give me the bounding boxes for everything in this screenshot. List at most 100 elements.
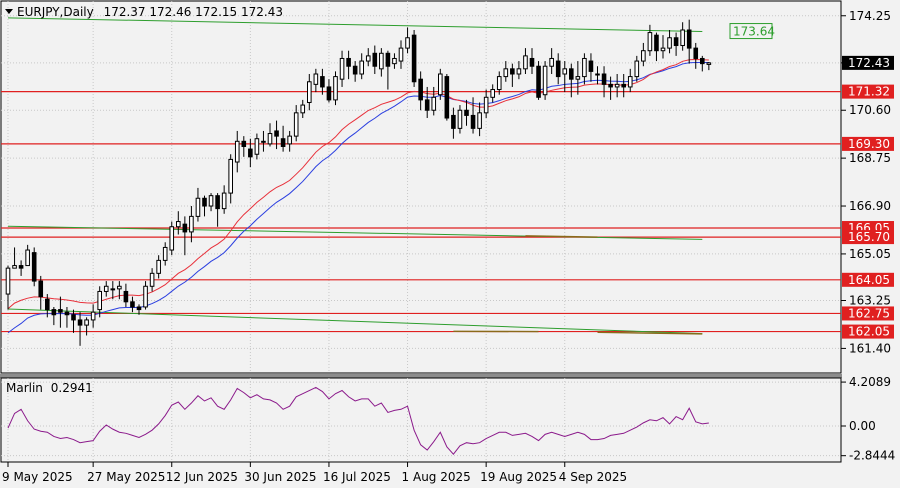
bear-candle-body [320,76,325,88]
bull-candle-body [516,68,522,75]
bull-candle-body [90,311,96,321]
bull-candle-body [156,259,161,274]
bear-candle-body [673,37,679,47]
bull-candle-body [575,76,581,80]
bear-candle-body [64,311,70,316]
bear-candle-body [569,68,574,80]
price-tick-label: 174.25 [849,9,891,23]
price-plot-area[interactable] [0,0,842,374]
bull-candle-body [660,47,666,52]
bull-candle-body [398,47,404,62]
bull-candle-body [477,112,482,129]
bear-candle-body [510,68,515,75]
candle [536,61,541,100]
bull-candle-body [12,265,17,269]
date-label: 16 Jul 2025 [323,470,391,484]
bear-candle-body [241,140,247,147]
bull-candle-body [300,104,306,114]
bear-candle-body [555,60,561,78]
bull-candle-body [143,285,148,308]
bear-candle-body [464,109,469,116]
bear-candle-body [31,252,37,282]
bear-candle-body [686,29,692,49]
bull-candle-body [365,55,371,62]
bull-candle-body [549,57,554,67]
candle [31,247,37,287]
bull-candle-body [234,140,240,163]
bear-candle-body [18,265,24,269]
candle [542,61,548,100]
oscillator-tick-label: 0.00 [849,419,876,433]
pane-separator[interactable] [0,374,842,378]
bull-candle-body [97,290,103,311]
bull-candle-body [261,140,266,143]
bull-candle-body [195,197,201,217]
price-tick-label: 161.40 [849,341,891,355]
price-tick-label: 166.90 [849,199,891,213]
level-tag-label: 162.05 [848,325,890,339]
bear-candle-body [372,52,378,67]
bull-candle-body [457,109,463,129]
bull-candle-body [117,285,122,290]
level-tag-label: 165.70 [848,230,890,244]
bull-candle-body [627,76,633,88]
bear-candle-body [601,73,607,85]
ohlc-values: 172.37 172.46 172.15 172.43 [104,5,283,19]
bull-candle-body [405,37,410,49]
bull-candle-body [438,73,443,96]
bull-candle-body [176,221,181,228]
bull-candle-body [333,76,338,101]
level-tag-label: 162.75 [848,306,890,320]
bear-candle-body [385,52,391,67]
symbol-label: EURJPY,Daily [17,5,94,19]
bull-candle-body [379,52,384,70]
bull-candle-body [254,138,260,155]
price-tick-label: 165.05 [849,247,891,261]
bull-candle-body [84,319,89,326]
price-tick-label: 168.75 [849,151,891,165]
price-tick-label: 163.25 [849,294,891,308]
bull-candle-body [169,226,175,251]
bull-candle-body [496,76,502,91]
chart-header: EURJPY,Daily 172.37 172.46 172.15 172.43 [5,5,283,19]
bull-candle-body [483,96,489,114]
bull-candle-body [582,57,587,78]
oscillator-plot-area[interactable] [0,377,842,463]
level-tag-label: 169.30 [848,137,890,151]
bear-candle-body [202,197,207,207]
bull-candle-body [5,267,11,295]
bull-candle-body [490,89,495,98]
bull-candle-body [641,50,646,62]
bear-candle-body [693,47,699,59]
bull-candle-body [339,57,345,80]
bull-candle-body [25,249,30,267]
bull-candle-body [307,81,312,103]
bear-candle-body [274,130,279,137]
bear-candle-body [58,309,63,313]
oscillator-name: Marlin [6,381,43,395]
bull-candle-body [110,288,116,291]
bear-candle-body [77,319,83,326]
bear-candle-body [352,65,358,75]
bull-candle-body [287,135,292,145]
bear-candle-body [536,65,541,98]
bull-candle-body [562,68,568,75]
bear-candle-body [130,301,135,308]
oscillator-value: 0.2941 [51,381,93,395]
bear-candle-body [326,86,332,101]
bull-candle-body [149,272,155,287]
bull-candle-body [680,29,685,47]
candle [444,74,450,121]
bear-candle-body [182,223,188,233]
channel-price-label: 173.64 [733,25,775,39]
level-tag-label: 164.05 [848,273,890,287]
bull-candle-body [103,285,109,292]
date-label: 30 Jun 2025 [244,470,316,484]
bear-candle-body [424,99,430,111]
bear-candle-body [418,78,423,101]
bull-candle-body [313,73,319,85]
bull-candle-body [293,112,299,137]
bull-candle-body [503,68,509,78]
date-label: 27 May 2025 [87,470,165,484]
bear-candle-body [51,309,57,316]
